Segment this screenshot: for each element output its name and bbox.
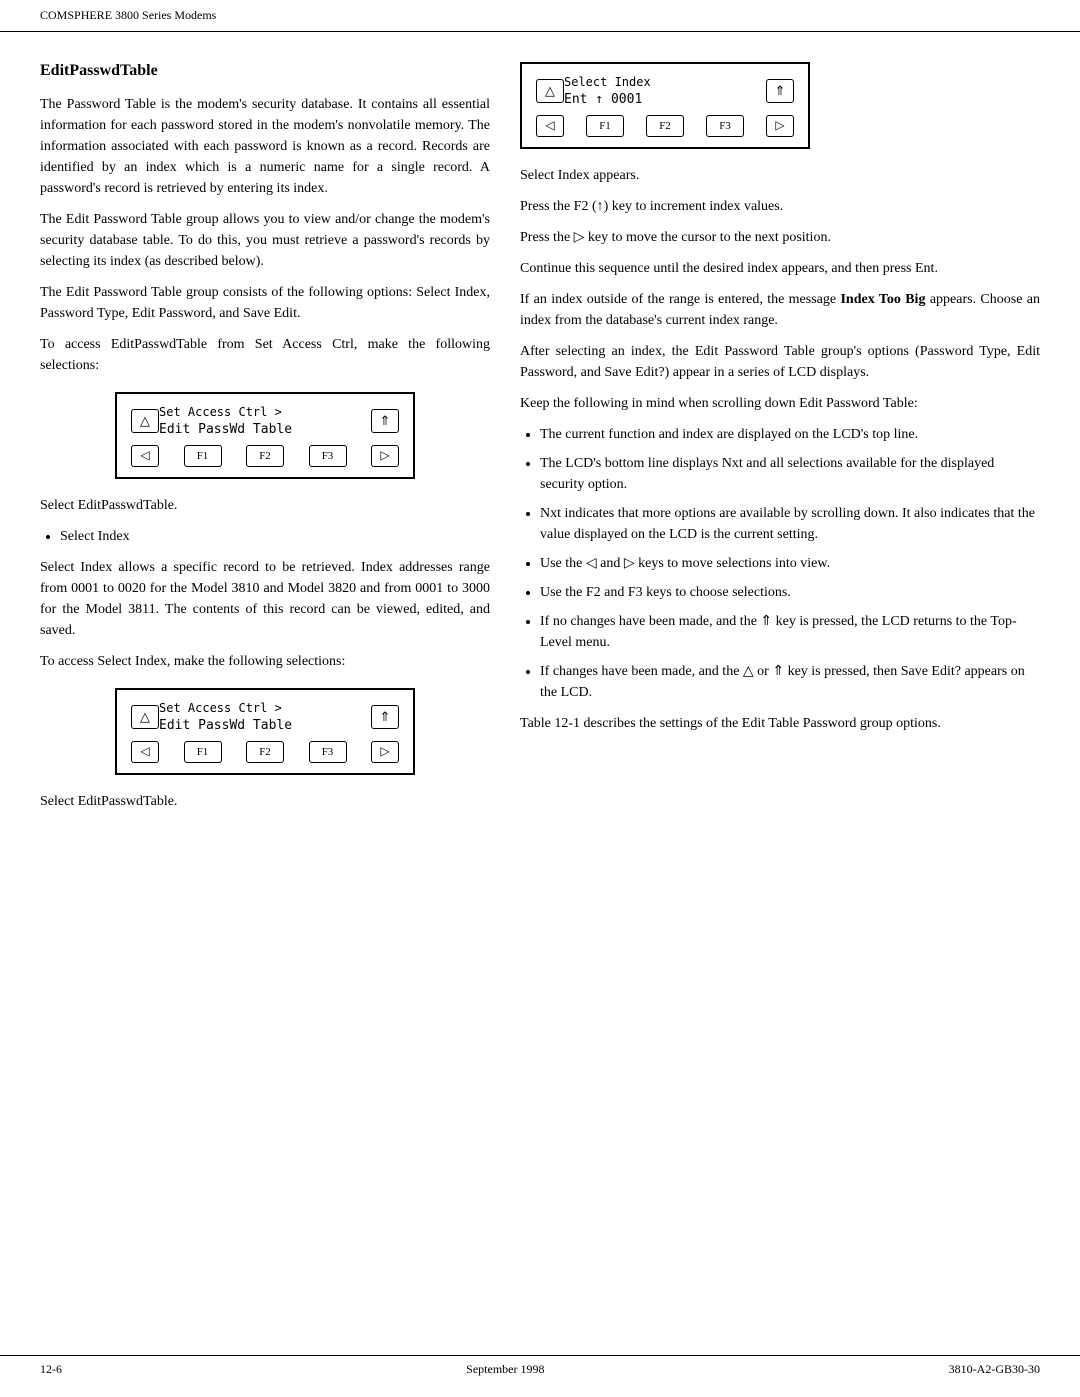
lcd-box-2: △ Set Access Ctrl > Edit PassWd Table ⇑ … [115, 688, 415, 775]
index-too-big-label: Index Too Big [840, 292, 925, 307]
right-para-4: Continue this sequence until the desired… [520, 258, 1040, 279]
lcd-select-line1: Select Index [564, 74, 766, 91]
back-btn-r[interactable]: ◁ [536, 115, 564, 137]
bullet-item-3: Use the ◁ and ▷ keys to move selections … [540, 553, 1040, 574]
left-para-1: The Password Table is the modem's securi… [40, 94, 490, 199]
up-arrow-btn-1[interactable]: △ [131, 409, 159, 433]
para-to-access: To access Select Index, make the followi… [40, 651, 490, 672]
f2-btn-r[interactable]: F2 [646, 115, 684, 137]
lcd-line1-2: Set Access Ctrl > [159, 700, 371, 717]
up-arrow-btn-2[interactable]: △ [131, 705, 159, 729]
right-column: △ Select Index Ent ↑ 0001 ⇑ ◁ F1 F2 F3 ▷… [520, 62, 1040, 822]
back-btn-2[interactable]: ◁ [131, 741, 159, 763]
footer-right: 3810-A2-GB30-30 [949, 1362, 1040, 1377]
lcd-display-1: Set Access Ctrl > Edit PassWd Table [159, 404, 371, 439]
right-para-last: Table 12-1 describes the settings of the… [520, 713, 1040, 734]
page-header: COMSPHERE 3800 Series Modems [0, 0, 1080, 32]
lcd-display-r: Select Index Ent ↑ 0001 [564, 74, 766, 109]
bullet-item-1: The LCD's bottom line displays Nxt and a… [540, 453, 1040, 495]
bullet-item-4: Use the F2 and F3 keys to choose selecti… [540, 582, 1040, 603]
home-btn-1[interactable]: ⇑ [371, 409, 399, 433]
lcd-line1-1: Set Access Ctrl > [159, 404, 371, 421]
f2-btn-2[interactable]: F2 [246, 741, 284, 763]
left-para-2: The Edit Password Table group allows you… [40, 209, 490, 272]
lcd-display-2: Set Access Ctrl > Edit PassWd Table [159, 700, 371, 735]
bullet-list: The current function and index are displ… [540, 424, 1040, 703]
f3-btn-r[interactable]: F3 [706, 115, 744, 137]
right-para-3: Press the ▷ key to move the cursor to th… [520, 227, 1040, 248]
f1-btn-2[interactable]: F1 [184, 741, 222, 763]
home-btn-r[interactable]: ⇑ [766, 79, 794, 103]
page-footer: 12-6 September 1998 3810-A2-GB30-30 [0, 1355, 1080, 1377]
lcd-line2-1: Edit PassWd Table [159, 421, 371, 439]
footer-left: 12-6 [40, 1362, 62, 1377]
para-select-index: Select Index allows a specific record to… [40, 557, 490, 641]
fwd-btn-1[interactable]: ▷ [371, 445, 399, 467]
up-arrow-btn-r[interactable]: △ [536, 79, 564, 103]
right-para-5: If an index outside of the range is ente… [520, 289, 1040, 331]
bullet-item-0: The current function and index are displ… [540, 424, 1040, 445]
bullet-item-6: If changes have been made, and the △ or … [540, 661, 1040, 703]
bullet-item-2: Nxt indicates that more options are avai… [540, 503, 1040, 545]
back-btn-1[interactable]: ◁ [131, 445, 159, 467]
f2-btn-1[interactable]: F2 [246, 445, 284, 467]
header-title: COMSPHERE 3800 Series Modems [40, 8, 216, 22]
right-para-6: After selecting an index, the Edit Passw… [520, 341, 1040, 383]
f1-btn-1[interactable]: F1 [184, 445, 222, 467]
home-btn-2[interactable]: ⇑ [371, 705, 399, 729]
footer-center: September 1998 [466, 1362, 544, 1377]
lcd-box-1: △ Set Access Ctrl > Edit PassWd Table ⇑ … [115, 392, 415, 479]
lcd-line2-2: Edit PassWd Table [159, 717, 371, 735]
bullet-item-5: If no changes have been made, and the ⇑ … [540, 611, 1040, 653]
right-para-2: Press the F2 (↑) key to increment index … [520, 196, 1040, 217]
fwd-btn-2[interactable]: ▷ [371, 741, 399, 763]
left-para-3: The Edit Password Table group consists o… [40, 282, 490, 324]
bullet-select-index: Select Index [60, 526, 490, 547]
lcd-select-line2: Ent ↑ 0001 [564, 91, 766, 109]
f1-btn-r[interactable]: F1 [586, 115, 624, 137]
f3-btn-2[interactable]: F3 [309, 741, 347, 763]
right-para-7: Keep the following in mind when scrollin… [520, 393, 1040, 414]
f3-btn-1[interactable]: F3 [309, 445, 347, 467]
section-title: EditPasswdTable [40, 62, 490, 80]
left-para-4: To access EditPasswdTable from Set Acces… [40, 334, 490, 376]
after-lcd2: Select EditPasswdTable. [40, 791, 490, 812]
left-column: EditPasswdTable The Password Table is th… [40, 62, 490, 822]
fwd-btn-r[interactable]: ▷ [766, 115, 794, 137]
lcd-select-box: △ Select Index Ent ↑ 0001 ⇑ ◁ F1 F2 F3 ▷ [520, 62, 810, 149]
right-para-1: Select Index appears. [520, 165, 1040, 186]
after-lcd1: Select EditPasswdTable. [40, 495, 490, 516]
